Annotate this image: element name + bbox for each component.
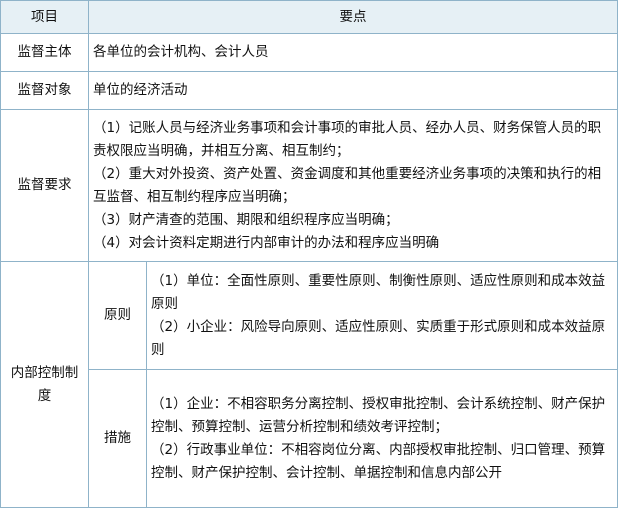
principle-item: （1）单位：全面性原则、重要性原则、制衡性原则、适应性原则和成本效益原则 [151, 272, 606, 312]
table-row: 监督要求 （1）记账人员与经济业务事项和会计事项的审批人员、经办人员、财务保管人… [0, 109, 618, 262]
requirement-item: （1）记账人员与经济业务事项和会计事项的审批人员、经办人员、财务保管人员的职责权… [93, 119, 602, 159]
measures-cell: （1）企业：不相容职务分离控制、授权审批控制、会计系统控制、财产保护控制、预算控… [146, 369, 618, 508]
row-label-subject: 监督主体 [0, 33, 89, 72]
principles-cell: （1）单位：全面性原则、重要性原则、制衡性原则、适应性原则和成本效益原则 （2）… [146, 261, 618, 370]
row-label-internal-control: 内部控制制度 [0, 261, 89, 508]
sub-label-principles: 原则 [88, 261, 147, 370]
requirement-item: （2）重大对外投资、资产处置、资金调度和其他重要经济业务事项的决策和执行的相互监… [93, 165, 602, 205]
header-item: 项目 [0, 0, 89, 34]
accounting-supervision-table: 项目 要点 监督主体 各单位的会计机构、会计人员 监督对象 单位的经济活动 监督… [0, 0, 618, 508]
requirement-item: （3）财产清查的范围、期限和组织程序应当明确； [93, 211, 399, 228]
measure-item: （1）企业：不相容职务分离控制、授权审批控制、会计系统控制、财产保护控制、预算控… [151, 395, 606, 435]
row-text-object: 单位的经济活动 [88, 71, 618, 110]
principle-item: （2）小企业：风险导向原则、适应性原则、实质重于形式原则和成本效益原则 [151, 318, 606, 358]
row-label-requirements: 监督要求 [0, 109, 89, 262]
sub-label-measures: 措施 [88, 369, 147, 508]
row-label-object: 监督对象 [0, 71, 89, 110]
table-row: 措施 （1）企业：不相容职务分离控制、授权审批控制、会计系统控制、财产保护控制、… [1, 369, 618, 508]
table-row: 监督对象 单位的经济活动 [0, 71, 618, 110]
table-row: 内部控制制度 原则 （1）单位：全面性原则、重要性原则、制衡性原则、适应性原则和… [0, 261, 618, 508]
table-header-row: 项目 要点 [0, 0, 618, 34]
header-key-points: 要点 [88, 0, 618, 34]
table-row: 监督主体 各单位的会计机构、会计人员 [0, 33, 618, 72]
measure-item: （2）行政事业单位：不相容岗位分离、内部授权审批控制、归口管理、预算控制、财产保… [151, 441, 606, 481]
requirement-item: （4）对会计资料定期进行内部审计的办法和程序应当明确 [93, 234, 440, 251]
row-cell-requirements: （1）记账人员与经济业务事项和会计事项的审批人员、经办人员、财务保管人员的职责权… [88, 109, 618, 262]
row-text-subject: 各单位的会计机构、会计人员 [88, 33, 618, 72]
